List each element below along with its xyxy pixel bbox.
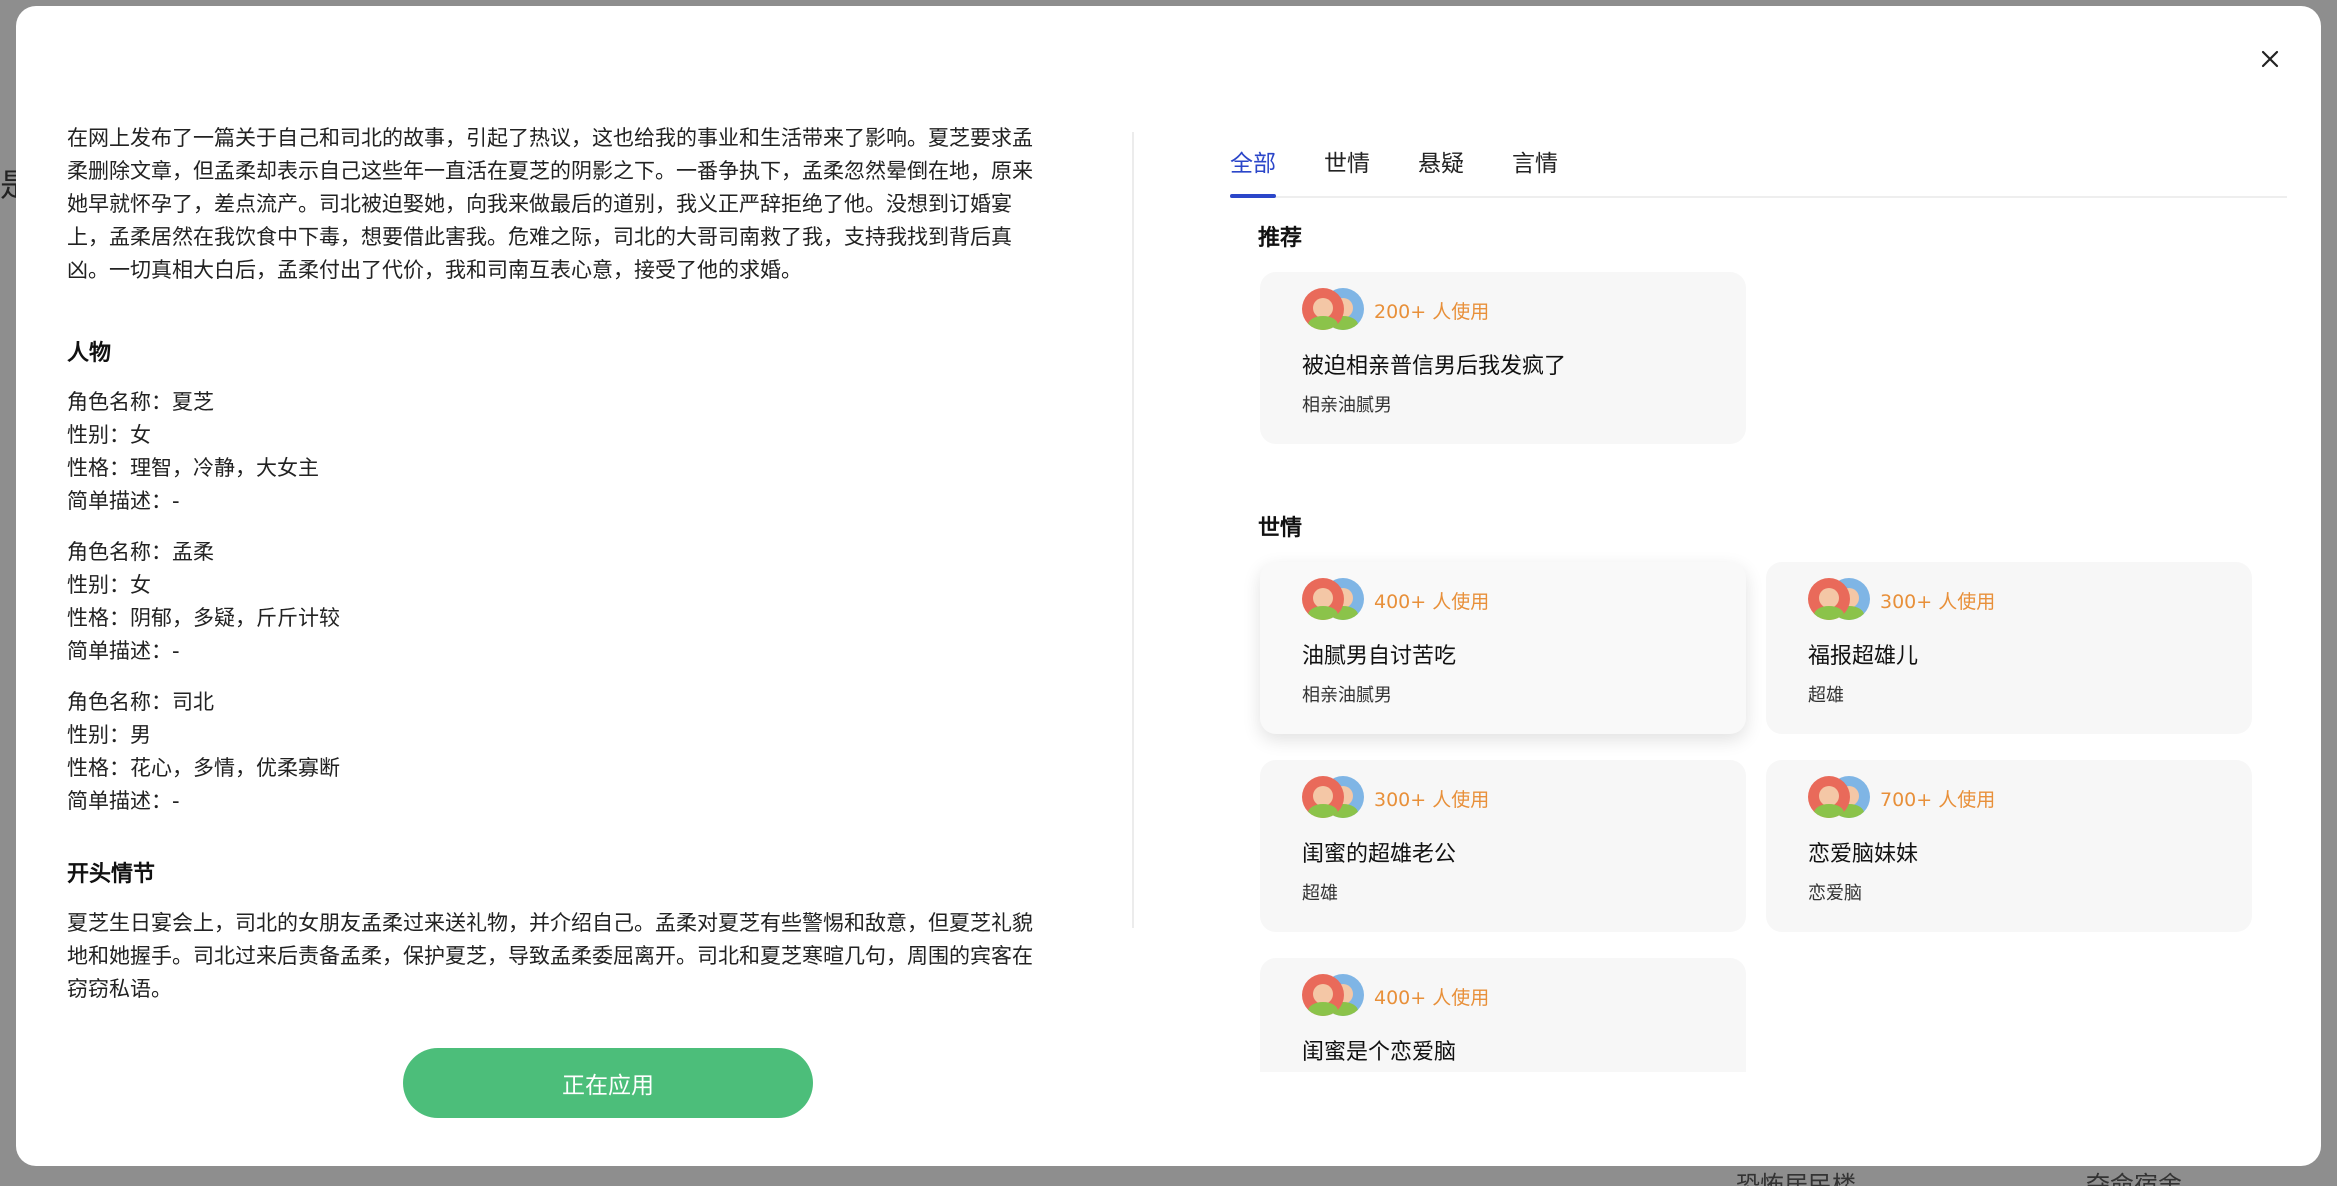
card-tag: 超雄 <box>1808 685 1844 706</box>
tab-romance[interactable]: 言情 <box>1512 132 1558 196</box>
opening-plot: 夏芝生日宴会上，司北的女朋友孟柔过来送礼物，并介绍自己。孟柔对夏芝有些警惕和敌意… <box>67 911 1033 1001</box>
character-name: 角色名称：司北 <box>67 690 214 714</box>
card-title: 福报超雄儿 <box>1808 644 1919 669</box>
tab-mystery[interactable]: 悬疑 <box>1418 132 1464 196</box>
card-tag: 恋爱脑 <box>1808 883 1862 904</box>
avatar <box>1808 776 1850 818</box>
card-title: 恋爱脑妹妹 <box>1808 842 1919 867</box>
character-gender: 性别：女 <box>67 423 151 447</box>
user-avatars <box>1808 776 1870 820</box>
template-card[interactable]: 300+ 人使用 闺蜜的超雄老公 超雄 <box>1260 760 1746 932</box>
card-tag: 相亲油腻男 <box>1302 395 1392 416</box>
avatar <box>1302 288 1344 330</box>
template-card[interactable]: 300+ 人使用 福报超雄儿 超雄 <box>1766 562 2252 734</box>
usage-count: 200+ 人使用 <box>1374 300 1490 323</box>
template-card[interactable]: 700+ 人使用 恋爱脑妹妹 恋爱脑 <box>1766 760 2252 932</box>
character-gender: 性别：女 <box>67 573 151 597</box>
characters-heading: 人物 <box>67 341 112 366</box>
usage-count: 400+ 人使用 <box>1374 986 1490 1009</box>
card-title: 闺蜜的超雄老公 <box>1302 842 1457 867</box>
character-block: 角色名称：司北 性别：男 性格：花心，多情，优柔寡断 简单描述：- <box>67 686 1053 818</box>
character-personality: 性格：花心，多情，优柔寡断 <box>67 756 340 780</box>
avatar <box>1808 578 1850 620</box>
card-title: 被迫相亲普信男后我发疯了 <box>1302 354 1567 379</box>
avatar <box>1302 578 1344 620</box>
user-avatars <box>1302 578 1364 622</box>
user-avatars <box>1302 776 1364 820</box>
card-tag: 超雄 <box>1302 883 1338 904</box>
card-tag: 相亲油腻男 <box>1302 685 1392 706</box>
card-title: 闺蜜是个恋爱脑 <box>1302 1040 1457 1065</box>
character-block: 角色名称：孟柔 性别：女 性格：阴郁，多疑，斤斤计较 简单描述：- <box>67 536 1053 668</box>
panel-divider <box>1132 132 1134 928</box>
template-list[interactable]: 推荐 200+ 人使用 被迫相亲普信男后我发疯了 相亲油腻男 世情 400+ 人… <box>1230 200 2287 1072</box>
character-personality: 性格：阴郁，多疑，斤斤计较 <box>67 606 340 630</box>
character-block: 角色名称：夏芝 性别：女 性格：理智，冷静，大女主 简单描述：- <box>67 386 1053 518</box>
usage-count: 400+ 人使用 <box>1374 590 1490 613</box>
usage-count: 300+ 人使用 <box>1880 590 1996 613</box>
group-title-recommended: 推荐 <box>1258 226 1303 251</box>
user-avatars <box>1302 974 1364 1018</box>
character-gender: 性别：男 <box>67 723 151 747</box>
character-personality: 性格：理智，冷静，大女主 <box>67 456 319 480</box>
template-modal: 在网上发布了一篇关于自己和司北的故事，引起了热议，这也给我的事业和生活带来了影响… <box>16 6 2321 1166</box>
card-title: 油腻男自讨苦吃 <box>1302 644 1457 669</box>
character-description: 简单描述：- <box>67 789 180 813</box>
usage-count: 300+ 人使用 <box>1374 788 1490 811</box>
story-detail-panel: 在网上发布了一篇关于自己和司北的故事，引起了热议，这也给我的事业和生活带来了影响… <box>67 122 1053 1022</box>
character-name: 角色名称：孟柔 <box>67 540 214 564</box>
user-avatars <box>1302 288 1364 332</box>
opening-heading: 开头情节 <box>67 862 156 887</box>
tab-worldly[interactable]: 世情 <box>1324 132 1370 196</box>
character-description: 简单描述：- <box>67 639 180 663</box>
user-avatars <box>1808 578 1870 622</box>
avatar <box>1302 776 1344 818</box>
template-card[interactable]: 200+ 人使用 被迫相亲普信男后我发疯了 相亲油腻男 <box>1260 272 1746 444</box>
template-card[interactable]: 400+ 人使用 油腻男自讨苦吃 相亲油腻男 <box>1260 562 1746 734</box>
avatar <box>1302 974 1344 1016</box>
character-name: 角色名称：夏芝 <box>67 390 214 414</box>
apply-button[interactable]: 正在应用 <box>403 1048 813 1118</box>
usage-count: 700+ 人使用 <box>1880 788 1996 811</box>
group-title-worldly: 世情 <box>1258 516 1303 541</box>
character-description: 简单描述：- <box>67 489 180 513</box>
close-icon <box>2261 50 2279 68</box>
background-card-title: 夺命宿舍 <box>2086 1171 2182 1186</box>
story-synopsis: 在网上发布了一篇关于自己和司北的故事，引起了热议，这也给我的事业和生活带来了影响… <box>67 126 1033 282</box>
tab-all[interactable]: 全部 <box>1230 132 1276 198</box>
category-tabs: 全部 世情 悬疑 言情 <box>1230 132 2287 198</box>
template-card[interactable]: 400+ 人使用 闺蜜是个恋爱脑 <box>1260 958 1746 1072</box>
background-card-title: 恐怖居民楼 <box>1736 1171 1856 1186</box>
background-text: 是 <box>0 165 16 205</box>
close-button[interactable] <box>2255 44 2285 74</box>
